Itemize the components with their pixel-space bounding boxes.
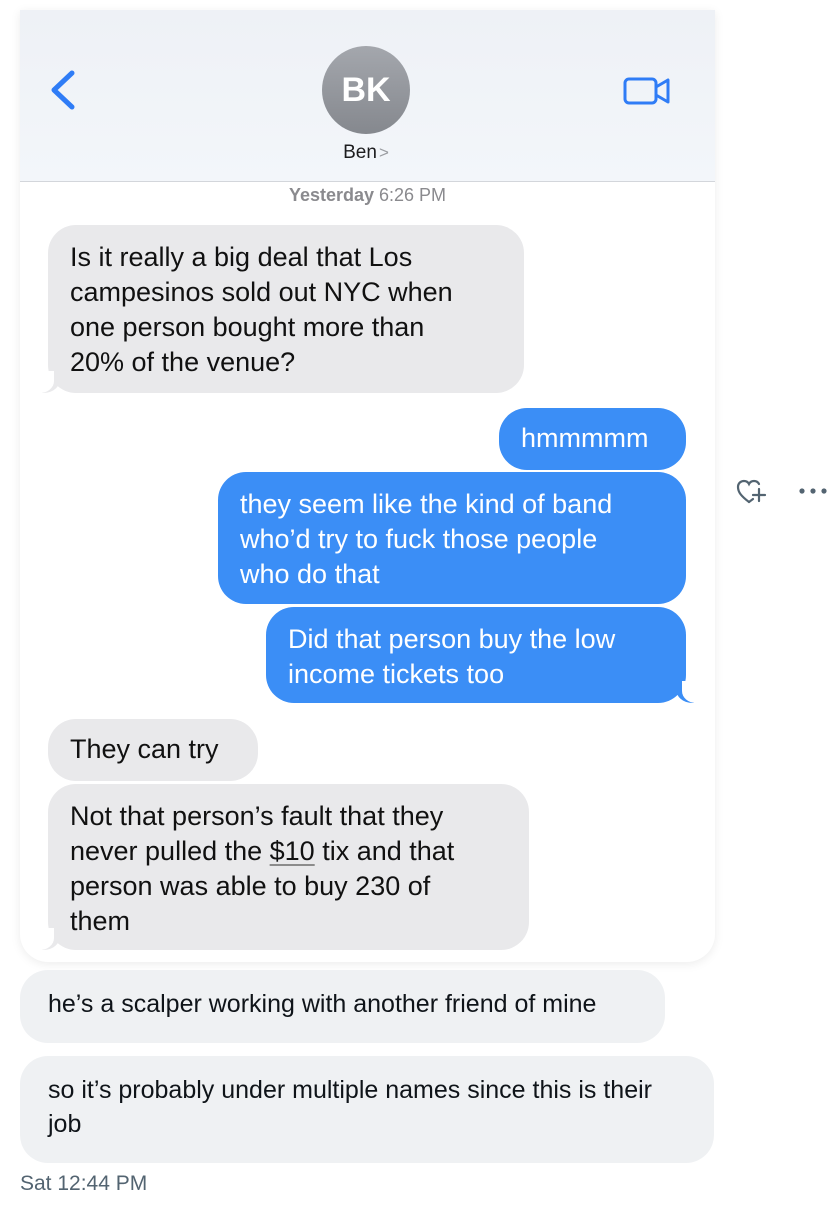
reply-bubble[interactable]: so it’s probably under multiple names si… (20, 1056, 714, 1163)
message-bubble-outgoing[interactable]: hmmmmm (499, 408, 686, 470)
timestamp-day: Yesterday (288, 185, 374, 205)
reply-bubble[interactable]: he’s a scalper working with another frie… (20, 970, 665, 1043)
message-bubble-incoming[interactable]: Not that person’s fault that they never … (48, 784, 529, 950)
price-link[interactable]: $10 (270, 836, 315, 866)
sent-timestamp: Sat 12:44 PM (20, 1172, 148, 1195)
message-bubble-incoming[interactable]: They can try (48, 719, 258, 781)
bubble-tail (32, 371, 60, 393)
contact-avatar[interactable]: BK (322, 46, 410, 134)
more-dots-icon[interactable] (796, 481, 830, 501)
message-bubble-outgoing[interactable]: Did that person buy the low income ticke… (266, 607, 686, 703)
add-reaction-icon[interactable] (735, 478, 767, 506)
thread-timestamp: Yesterday 6:26 PM (20, 185, 715, 206)
contact-name-label: Ben (343, 142, 377, 163)
back-chevron-icon[interactable] (44, 65, 84, 115)
conversation-header: BK Ben > (20, 10, 715, 182)
message-bubble-outgoing[interactable]: they seem like the kind of band who’d tr… (218, 472, 686, 604)
message-bubble-incoming[interactable]: Is it really a big deal that Los campesi… (48, 225, 524, 393)
bubble-tail (676, 681, 704, 703)
timestamp-time: 6:26 PM (379, 185, 447, 205)
contact-name[interactable]: Ben > (320, 142, 412, 164)
imessage-screenshot: BK Ben > Yesterday 6:26 PM Is it really a… (20, 10, 715, 962)
chevron-right-icon: > (378, 143, 389, 162)
bubble-tail (32, 928, 60, 950)
video-camera-icon[interactable] (622, 74, 672, 108)
